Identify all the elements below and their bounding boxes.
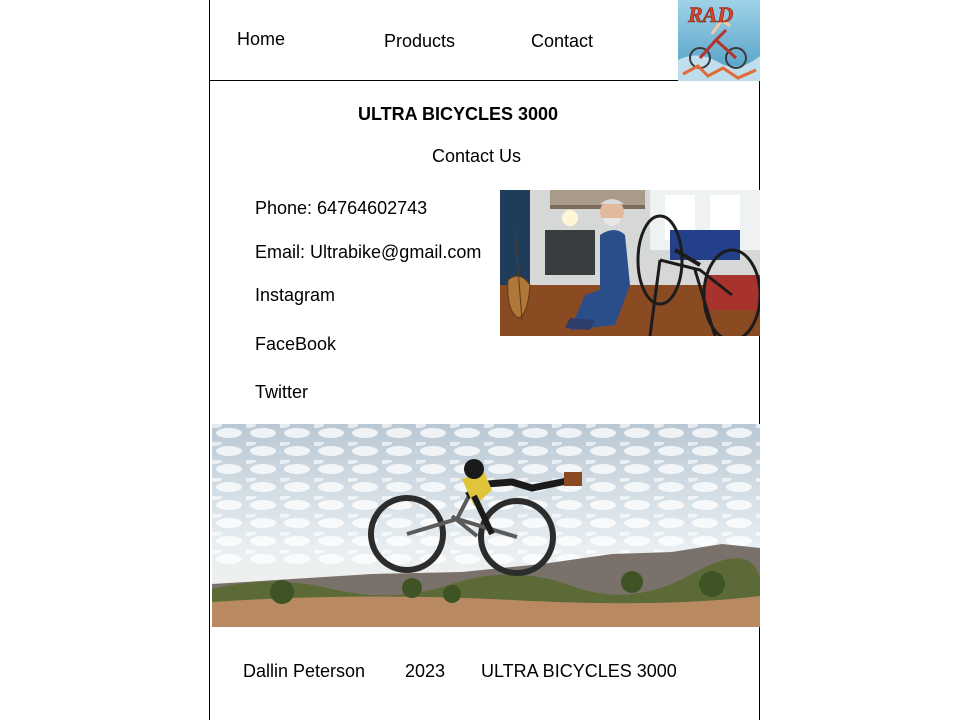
repair-photo <box>500 190 760 336</box>
twitter-link[interactable]: Twitter <box>255 382 308 403</box>
nav-home-link[interactable]: Home <box>237 29 285 50</box>
nav-contact-link[interactable]: Contact <box>531 31 593 52</box>
facebook-link[interactable]: FaceBook <box>255 334 336 355</box>
header-divider <box>209 80 679 81</box>
footer-year: 2023 <box>405 661 446 681</box>
rad-logo[interactable]: RAD <box>678 0 760 81</box>
logo-text: RAD <box>687 2 733 27</box>
instagram-link[interactable]: Instagram <box>255 285 335 306</box>
phone-text: Phone: 64764602743 <box>255 198 428 218</box>
contact-us-heading: Contact Us <box>432 146 522 166</box>
footer-brand: ULTRA BICYCLES 3000 <box>481 661 677 681</box>
email-link[interactable]: Email: Ultrabike@gmail.com <box>255 242 481 263</box>
left-border <box>209 0 210 720</box>
footer-author: Dallin Peterson <box>243 661 366 681</box>
nav-products-link[interactable]: Products <box>384 31 455 52</box>
mountain-bike-jump-photo <box>212 424 760 627</box>
page-title: ULTRA BICYCLES 3000 <box>358 104 559 124</box>
